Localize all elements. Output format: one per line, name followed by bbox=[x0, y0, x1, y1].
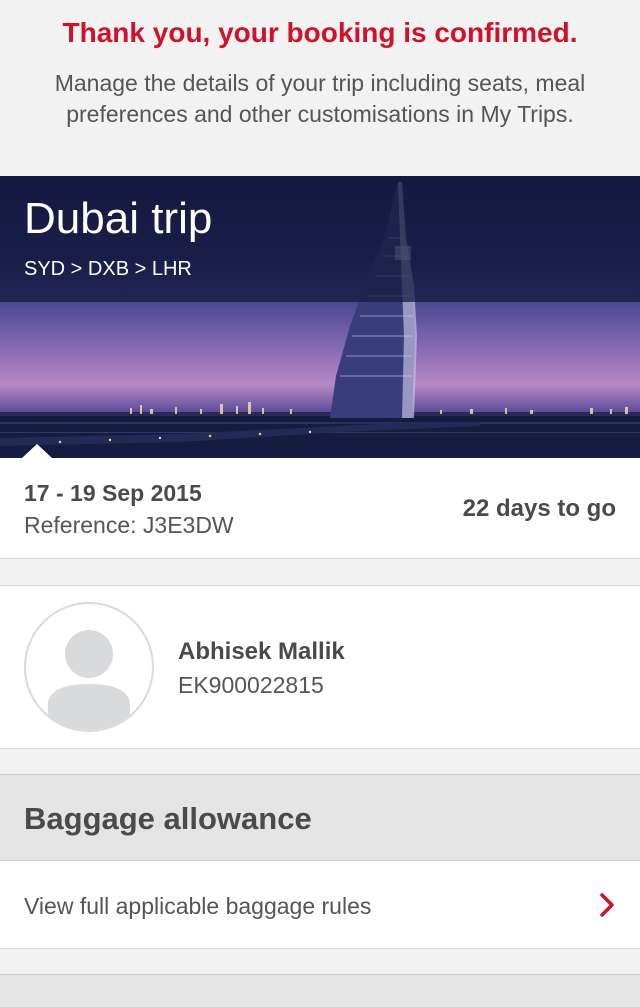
confirmation-description: Manage the details of your trip includin… bbox=[54, 70, 586, 127]
baggage-rules-link[interactable]: View full applicable baggage rules bbox=[0, 861, 640, 949]
booking-reference: Reference: J3E3DW bbox=[24, 512, 234, 538]
person-placeholder-icon bbox=[24, 602, 154, 732]
baggage-rules-label: View full applicable baggage rules bbox=[24, 893, 372, 919]
chevron-right-icon bbox=[600, 893, 614, 917]
passenger-card[interactable]: Abhisek Mallik EK900022815 bbox=[0, 585, 640, 749]
hero-pointer-notch bbox=[22, 444, 52, 458]
trip-dates: 17 - 19 Sep 2015 bbox=[24, 480, 202, 506]
trip-hero-card[interactable]: Dubai trip SYD > DXB > LHR bbox=[0, 176, 640, 458]
confirmation-title: Thank you, your booking is confirmed. bbox=[62, 17, 578, 48]
trip-title-band: Dubai trip SYD > DXB > LHR bbox=[0, 176, 640, 302]
trip-countdown: 22 days to go bbox=[462, 495, 616, 522]
confirmation-banner: Thank you, your booking is confirmed. Ma… bbox=[0, 0, 640, 176]
trip-summary-card[interactable]: 17 - 19 Sep 2015 Reference: J3E3DW 22 da… bbox=[0, 458, 640, 559]
next-section-header bbox=[0, 974, 640, 1007]
baggage-section-header: Baggage allowance bbox=[0, 774, 640, 861]
baggage-title: Baggage allowance bbox=[24, 801, 312, 836]
trip-route: SYD > DXB > LHR bbox=[24, 258, 192, 280]
passenger-name: Abhisek Mallik bbox=[178, 638, 345, 665]
trip-title: Dubai trip bbox=[24, 194, 213, 243]
membership-number: EK900022815 bbox=[178, 672, 324, 698]
